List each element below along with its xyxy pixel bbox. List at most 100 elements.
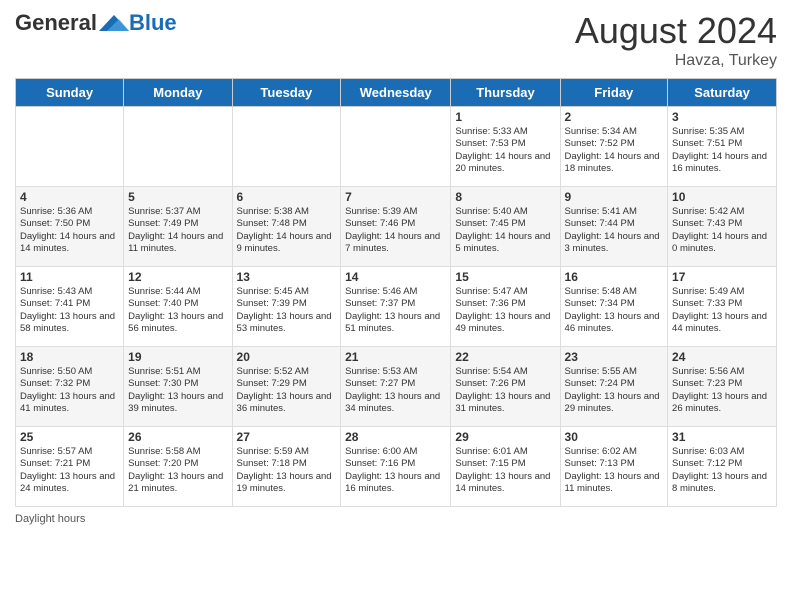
calendar-cell: 4Sunrise: 5:36 AMSunset: 7:50 PMDaylight…	[16, 187, 124, 267]
cell-info-line: Sunset: 7:18 PM	[237, 458, 337, 470]
calendar-cell: 16Sunrise: 5:48 AMSunset: 7:34 PMDayligh…	[560, 267, 668, 347]
cell-info-line: Daylight: 13 hours and 44 minutes.	[672, 311, 772, 336]
cell-info-line: Daylight: 13 hours and 58 minutes.	[20, 311, 119, 336]
day-number: 9	[565, 190, 664, 204]
cell-info-line: Sunrise: 5:42 AM	[672, 206, 772, 218]
cell-info-line: Daylight: 13 hours and 14 minutes.	[455, 471, 555, 496]
cell-info-line: Sunset: 7:21 PM	[20, 458, 119, 470]
col-sunday: Sunday	[16, 79, 124, 107]
calendar-cell: 23Sunrise: 5:55 AMSunset: 7:24 PMDayligh…	[560, 347, 668, 427]
cell-info-line: Sunrise: 6:01 AM	[455, 446, 555, 458]
day-number: 7	[345, 190, 446, 204]
daylight-hours-label: Daylight hours	[15, 513, 85, 525]
day-number: 28	[345, 430, 446, 444]
day-number: 20	[237, 350, 337, 364]
calendar-cell: 30Sunrise: 6:02 AMSunset: 7:13 PMDayligh…	[560, 427, 668, 507]
calendar-week-row: 11Sunrise: 5:43 AMSunset: 7:41 PMDayligh…	[16, 267, 777, 347]
cell-info-line: Sunset: 7:45 PM	[455, 218, 555, 230]
cell-info-line: Sunrise: 5:38 AM	[237, 206, 337, 218]
cell-info-line: Sunrise: 5:40 AM	[455, 206, 555, 218]
day-number: 12	[128, 270, 227, 284]
cell-info-line: Sunrise: 5:59 AM	[237, 446, 337, 458]
calendar-cell: 8Sunrise: 5:40 AMSunset: 7:45 PMDaylight…	[451, 187, 560, 267]
cell-info-line: Sunrise: 5:52 AM	[237, 366, 337, 378]
cell-info-line: Sunrise: 5:35 AM	[672, 126, 772, 138]
day-number: 31	[672, 430, 772, 444]
cell-info-line: Sunrise: 5:50 AM	[20, 366, 119, 378]
cell-info-line: Daylight: 13 hours and 56 minutes.	[128, 311, 227, 336]
cell-info-line: Sunrise: 5:54 AM	[455, 366, 555, 378]
cell-info-line: Daylight: 13 hours and 39 minutes.	[128, 391, 227, 416]
cell-info-line: Daylight: 13 hours and 53 minutes.	[237, 311, 337, 336]
cell-info-line: Sunset: 7:48 PM	[237, 218, 337, 230]
calendar-cell: 14Sunrise: 5:46 AMSunset: 7:37 PMDayligh…	[341, 267, 451, 347]
col-tuesday: Tuesday	[232, 79, 341, 107]
calendar-cell: 18Sunrise: 5:50 AMSunset: 7:32 PMDayligh…	[16, 347, 124, 427]
cell-info-line: Sunrise: 5:43 AM	[20, 286, 119, 298]
calendar-cell: 29 Sunrise: 6:01 AMSunset: 7:15 PMDayligh…	[451, 427, 560, 507]
cell-info-line: Sunset: 7:29 PM	[237, 378, 337, 390]
cell-info-line: Daylight: 13 hours and 36 minutes.	[237, 391, 337, 416]
footer: Daylight hours	[15, 513, 777, 525]
cell-info-line: Sunset: 7:37 PM	[345, 298, 446, 310]
calendar-cell: 3 Sunrise: 5:35 AMSunset: 7:51 PMDaylight…	[668, 107, 777, 187]
cell-info-line: Sunrise: 5:39 AM	[345, 206, 446, 218]
day-number: 5	[128, 190, 227, 204]
day-number: 23	[565, 350, 664, 364]
day-number: 2	[565, 110, 664, 124]
cell-info-line: Daylight: 13 hours and 8 minutes.	[672, 471, 772, 496]
cell-info-line: Sunrise: 6:02 AM	[565, 446, 664, 458]
cell-info-line: Sunset: 7:24 PM	[565, 378, 664, 390]
cell-info-line: Daylight: 14 hours and 16 minutes.	[672, 151, 772, 176]
cell-info-line: Sunset: 7:46 PM	[345, 218, 446, 230]
col-saturday: Saturday	[668, 79, 777, 107]
cell-info-line: Daylight: 13 hours and 31 minutes.	[455, 391, 555, 416]
day-number: 4	[20, 190, 119, 204]
cell-info-line: Daylight: 13 hours and 26 minutes.	[672, 391, 772, 416]
day-number: 29	[455, 430, 555, 444]
calendar-header-row: Sunday Monday Tuesday Wednesday Thursday…	[16, 79, 777, 107]
cell-info-line: Sunset: 7:51 PM	[672, 138, 772, 150]
day-number: 10	[672, 190, 772, 204]
cell-info-line: Sunrise: 5:48 AM	[565, 286, 664, 298]
cell-info-line: Sunset: 7:52 PM	[565, 138, 664, 150]
cell-info-line: Daylight: 14 hours and 18 minutes.	[565, 151, 664, 176]
cell-info-line: Sunset: 7:49 PM	[128, 218, 227, 230]
day-number: 1	[455, 110, 555, 124]
calendar-week-row: 4Sunrise: 5:36 AMSunset: 7:50 PMDaylight…	[16, 187, 777, 267]
cell-info-line: Daylight: 14 hours and 9 minutes.	[237, 231, 337, 256]
cell-info-line: Daylight: 13 hours and 24 minutes.	[20, 471, 119, 496]
calendar-cell: 27Sunrise: 5:59 AMSunset: 7:18 PMDayligh…	[232, 427, 341, 507]
cell-info-line: Sunrise: 5:46 AM	[345, 286, 446, 298]
cell-info-line: Sunrise: 5:51 AM	[128, 366, 227, 378]
cell-info-line: Sunrise: 6:03 AM	[672, 446, 772, 458]
cell-info-line: Sunset: 7:36 PM	[455, 298, 555, 310]
cell-info-line: Daylight: 14 hours and 0 minutes.	[672, 231, 772, 256]
calendar: Sunday Monday Tuesday Wednesday Thursday…	[15, 78, 777, 507]
cell-info-line: Sunset: 7:40 PM	[128, 298, 227, 310]
calendar-cell: 12Sunrise: 5:44 AMSunset: 7:40 PMDayligh…	[124, 267, 232, 347]
cell-info-line: Sunrise: 5:37 AM	[128, 206, 227, 218]
cell-info-line: Sunset: 7:44 PM	[565, 218, 664, 230]
calendar-week-row: 18Sunrise: 5:50 AMSunset: 7:32 PMDayligh…	[16, 347, 777, 427]
calendar-cell: 2Sunrise: 5:34 AMSunset: 7:52 PMDaylight…	[560, 107, 668, 187]
calendar-cell: 26Sunrise: 5:58 AMSunset: 7:20 PMDayligh…	[124, 427, 232, 507]
cell-info-line: Sunrise: 5:55 AM	[565, 366, 664, 378]
calendar-cell: 22Sunrise: 5:54 AMSunset: 7:26 PMDayligh…	[451, 347, 560, 427]
cell-info-line: Sunrise: 5:41 AM	[565, 206, 664, 218]
calendar-cell: 11Sunrise: 5:43 AMSunset: 7:41 PMDayligh…	[16, 267, 124, 347]
day-number: 8	[455, 190, 555, 204]
cell-info-line: Daylight: 13 hours and 49 minutes.	[455, 311, 555, 336]
calendar-cell: 24Sunrise: 5:56 AMSunset: 7:23 PMDayligh…	[668, 347, 777, 427]
cell-info-line: Sunrise: 5:47 AM	[455, 286, 555, 298]
calendar-cell: 6Sunrise: 5:38 AMSunset: 7:48 PMDaylight…	[232, 187, 341, 267]
day-number: 21	[345, 350, 446, 364]
cell-info-line: Daylight: 13 hours and 51 minutes.	[345, 311, 446, 336]
cell-info-line: Sunrise: 5:49 AM	[672, 286, 772, 298]
day-number: 3	[672, 110, 772, 124]
col-friday: Friday	[560, 79, 668, 107]
cell-info-line: Sunset: 7:34 PM	[565, 298, 664, 310]
calendar-cell	[124, 107, 232, 187]
cell-info-line: Sunset: 7:15 PM	[455, 458, 555, 470]
cell-info-line: Sunset: 7:39 PM	[237, 298, 337, 310]
